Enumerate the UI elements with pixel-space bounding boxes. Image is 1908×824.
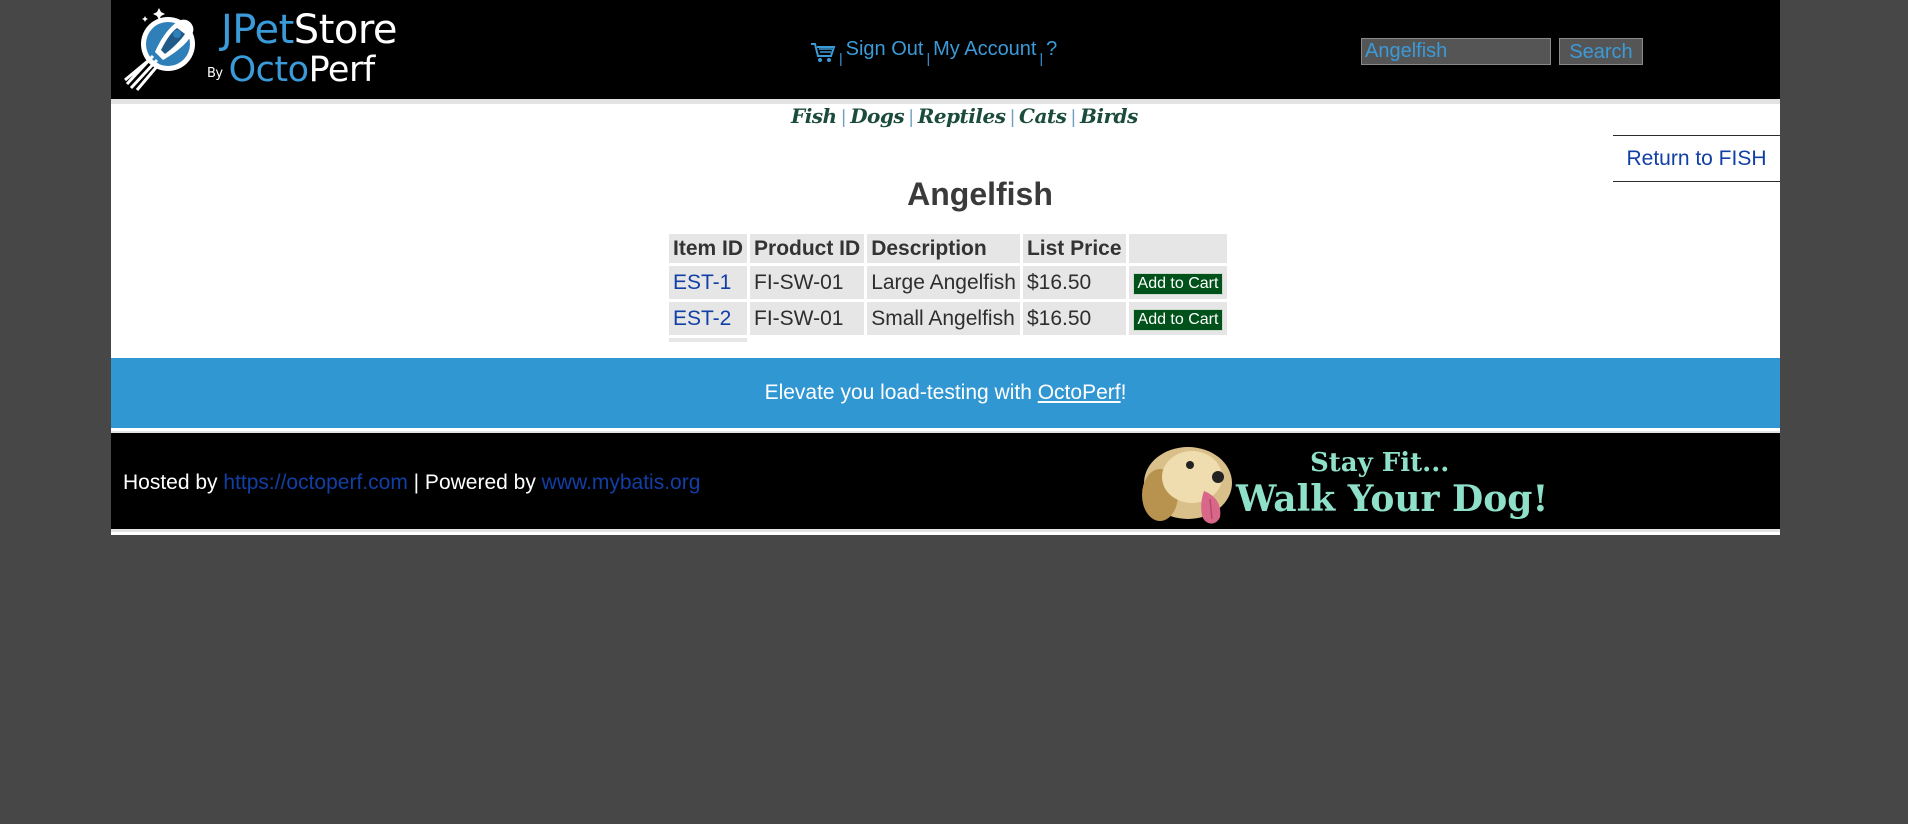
category-separator: | [908, 107, 914, 128]
page-container: JPetStore By OctoPerf | Sign Out | My Accoun… [111, 0, 1780, 535]
menu-separator: | [1039, 50, 1044, 66]
menu-separator: | [839, 50, 843, 66]
ad-line-1: Stay Fit... [1310, 448, 1449, 478]
category-fish[interactable]: Fish [791, 104, 837, 128]
help-link[interactable]: ? [1046, 38, 1057, 60]
table-header-row: Item ID Product ID Description List Pric… [669, 234, 1228, 263]
column-header-list-price: List Price [1022, 234, 1126, 263]
octoperf-link[interactable]: https://octoperf.com [223, 471, 407, 494]
powered-by-label: | Powered by [407, 471, 542, 494]
logo-title: JPetStore [221, 6, 398, 54]
item-id-cell: EST-1 [669, 266, 748, 299]
category-birds[interactable]: Birds [1080, 104, 1138, 128]
ad-line-2: Walk Your Dog! [1235, 478, 1548, 520]
dog-icon [1142, 447, 1232, 524]
logo-perf: Perf [308, 50, 376, 90]
table-row: EST-1 FI-SW-01 Large Angelfish $16.50 Ad… [669, 266, 1228, 299]
my-account-link[interactable]: My Account [933, 38, 1036, 60]
product-id-cell: FI-SW-01 [750, 302, 865, 335]
logo-octo: Octo [228, 50, 309, 90]
items-table: Item ID Product ID Description List Pric… [666, 231, 1230, 345]
category-dogs[interactable]: Dogs [850, 104, 904, 128]
add-to-cart-button[interactable]: Add to Cart [1132, 273, 1224, 295]
table-stub-row [669, 338, 1227, 342]
shopping-cart-icon[interactable] [810, 41, 836, 63]
promo-suffix: ! [1120, 381, 1127, 404]
logo-by: By [207, 66, 223, 81]
category-separator: | [840, 107, 847, 128]
price-cell: $16.50 [1022, 266, 1126, 299]
description-cell: Small Angelfish [867, 302, 1020, 335]
stub-cell [669, 338, 748, 342]
category-separator: | [1070, 107, 1076, 128]
description-cell: Large Angelfish [867, 266, 1020, 299]
item-id-link[interactable]: EST-1 [673, 271, 731, 294]
return-to-fish-link[interactable]: Return to FISH [1613, 135, 1780, 182]
category-cats[interactable]: Cats [1019, 104, 1067, 128]
product-id-cell: FI-SW-01 [750, 266, 865, 299]
walk-your-dog-banner: Stay Fit... Walk Your Dog! [1142, 447, 1548, 524]
category-separator: | [1009, 107, 1016, 128]
logo-pet: Pet [232, 7, 294, 53]
column-header-product-id: Product ID [750, 234, 865, 263]
rocket-icon [124, 8, 195, 91]
search-input[interactable] [1361, 38, 1551, 65]
menu-separator: | [926, 50, 931, 66]
column-header-item-id: Item ID [669, 234, 748, 263]
table-row: EST-2 FI-SW-01 Small Angelfish $16.50 Ad… [669, 302, 1228, 335]
action-cell: Add to Cart [1128, 302, 1228, 335]
jpetstore-logo[interactable]: JPetStore By OctoPerf [123, 2, 403, 92]
price-cell: $16.50 [1022, 302, 1126, 335]
category-reptiles[interactable]: Reptiles [918, 104, 1006, 128]
page-title: Angelfish [907, 176, 1053, 212]
item-id-link[interactable]: EST-2 [673, 307, 731, 330]
item-id-cell: EST-2 [669, 302, 748, 335]
logo-j: J [221, 7, 233, 53]
action-cell: Add to Cart [1128, 266, 1228, 299]
promo-text: Elevate you load-testing with [764, 381, 1038, 404]
column-header-description: Description [867, 234, 1020, 263]
column-header-action [1128, 234, 1228, 263]
footer: Hosted by https://octoperf.com | Powered… [111, 431, 1780, 532]
search-button[interactable]: Search [1559, 38, 1643, 65]
top-menu: | Sign Out | My Account |? [810, 38, 1057, 68]
header: JPetStore By OctoPerf | Sign Out | My Accoun… [111, 0, 1780, 104]
mybatis-link[interactable]: www.mybatis.org [542, 471, 701, 494]
hosted-by-label: Hosted by [123, 471, 224, 494]
category-nav: Fish | Dogs | Reptiles | Cats | Birds [791, 104, 1138, 132]
sign-out-link[interactable]: Sign Out [846, 38, 924, 60]
add-to-cart-button[interactable]: Add to Cart [1132, 309, 1224, 331]
footer-credits: Hosted by https://octoperf.com | Powered… [123, 471, 700, 495]
logo-store: Store [293, 7, 398, 53]
logo-subtitle: By OctoPerf [207, 50, 375, 94]
promo-banner: Elevate you load-testing with OctoPerf! [111, 358, 1780, 428]
octoperf-promo-link[interactable]: OctoPerf [1038, 381, 1121, 404]
